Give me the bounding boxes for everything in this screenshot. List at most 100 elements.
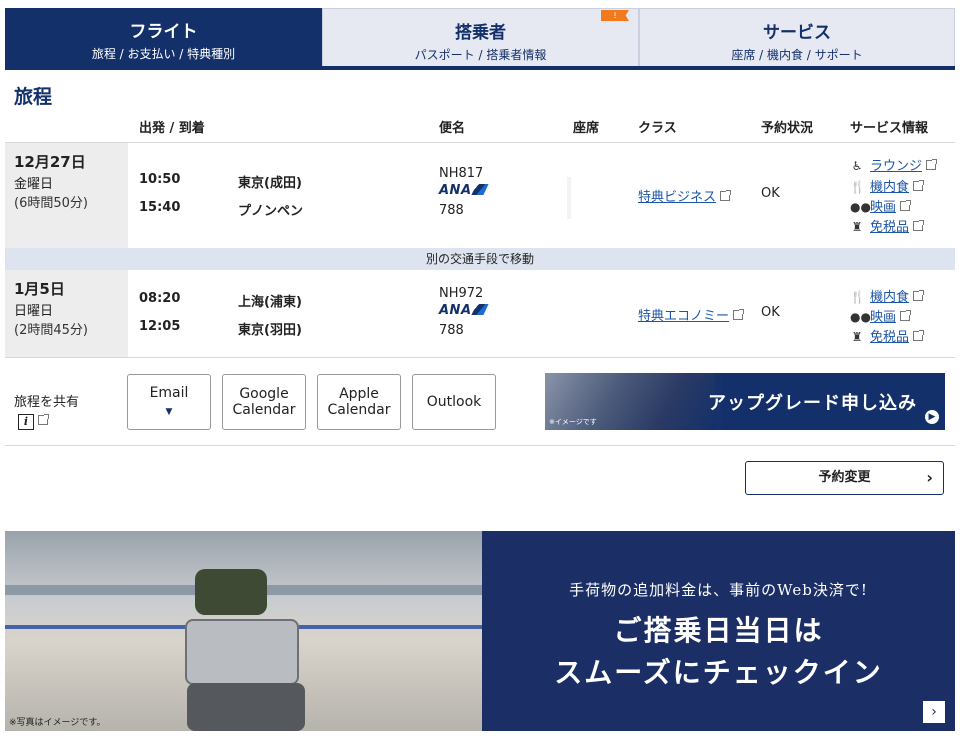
header-service: サービス情報 <box>850 121 929 136</box>
service-label: ラウンジ <box>870 159 923 174</box>
service-meal-link[interactable]: 🍴 機内食 <box>850 176 925 195</box>
google-calendar-button[interactable]: Google Calendar <box>222 374 306 430</box>
movie-icon: ●● <box>850 310 871 324</box>
external-link-icon <box>38 414 49 425</box>
flag-icon: ! <box>601 10 629 21</box>
movie-icon: ●● <box>850 200 871 214</box>
seat-placeholder <box>567 177 571 219</box>
service-label: 機内食 <box>870 180 910 195</box>
meal-icon: 🍴 <box>850 180 865 194</box>
tab-underline <box>5 66 955 70</box>
outlook-button[interactable]: Outlook <box>412 374 496 430</box>
service-label: 映画 <box>870 200 897 215</box>
share-label: 旅程を共有 <box>14 395 80 410</box>
header-class: クラス <box>638 121 677 136</box>
duty-free-icon: ♜ <box>851 330 863 344</box>
header-seat: 座席 <box>573 121 600 136</box>
chevron-right-icon: ▶ <box>925 410 939 424</box>
change-booking-label: 予約変更 <box>818 470 871 485</box>
service-meal-link[interactable]: 🍴 機内食 <box>850 286 925 305</box>
external-link-icon <box>900 310 912 321</box>
button-label: Outlook <box>426 394 482 410</box>
chevron-right-icon[interactable]: › <box>923 701 945 723</box>
upgrade-photo-note: ※イメージです <box>549 418 597 426</box>
tab-flight[interactable]: フライト 旅程 / お支払い / 特典種別 <box>5 8 322 66</box>
segment-date: 12月27日 <box>14 153 86 171</box>
promo-photo[interactable]: ※写真はイメージです。 <box>5 531 482 731</box>
tab-flight-title: フライト <box>129 22 198 42</box>
external-link-icon <box>913 180 925 191</box>
class-link[interactable]: 特典ビジネス <box>638 186 732 205</box>
service-duty-free-link[interactable]: ♜ 免税品 <box>850 326 925 345</box>
tab-passenger[interactable]: 搭乗者 パスポート / 搭乗者情報 <box>322 8 639 66</box>
service-duty-free-link[interactable]: ♜ 免税品 <box>850 216 925 235</box>
airline-name: ANA <box>439 303 472 318</box>
service-label: 免税品 <box>870 220 910 235</box>
service-label: 機内食 <box>870 290 910 305</box>
booking-status: OK <box>761 305 780 320</box>
tab-service-title: サービス <box>763 23 831 43</box>
promo-line-2: ご搭乗日当日は <box>613 614 824 647</box>
chevron-right-icon: › <box>926 468 933 487</box>
tab-service-sub: 座席 / 機内食 / サポート <box>731 48 863 62</box>
photo-suitcase-dark <box>187 683 305 731</box>
ana-logo: ANA <box>439 183 489 198</box>
arr-time: 12:05 <box>139 319 181 334</box>
duty-free-icon: ♜ <box>851 220 863 234</box>
external-link-icon <box>913 220 925 231</box>
class-label: 特典エコノミー <box>638 309 730 324</box>
external-link-icon <box>926 159 938 170</box>
button-label: Calendar <box>327 402 391 418</box>
external-link-icon <box>720 190 732 201</box>
photo-backpack <box>195 569 267 615</box>
ana-logo: ANA <box>439 303 489 318</box>
dep-time: 10:50 <box>139 172 181 187</box>
photo-suitcase <box>185 619 299 685</box>
external-link-icon <box>733 309 745 320</box>
upgrade-banner[interactable]: ※イメージです アップグレード申し込み ▶ <box>545 373 945 430</box>
class-label: 特典ビジネス <box>638 190 717 205</box>
external-link-icon <box>913 290 925 301</box>
arr-city: 東京(羽田) <box>238 323 302 338</box>
change-booking-button[interactable]: 予約変更 › <box>745 461 944 495</box>
tab-passenger-title: 搭乗者 <box>455 23 506 43</box>
share-info[interactable]: i <box>18 410 49 430</box>
segment-duration: (2時間45分) <box>14 323 88 338</box>
tab-flight-sub: 旅程 / お支払い / 特典種別 <box>91 47 236 61</box>
segment-1-date: 12月27日 金曜日 (6時間50分) <box>5 143 128 248</box>
service-movie-link[interactable]: ●●映画 <box>850 306 912 325</box>
header-dep-arr: 出発 / 到着 <box>139 121 205 136</box>
external-link-icon <box>900 200 912 211</box>
email-button[interactable]: Email ▼ <box>127 374 211 430</box>
button-label: Email <box>149 384 189 401</box>
flight-number: NH972 <box>439 286 484 301</box>
service-label: 免税品 <box>870 330 910 345</box>
chevron-down-icon: ▼ <box>165 406 173 417</box>
booking-status: OK <box>761 186 780 201</box>
promo-banner[interactable]: 手荷物の追加料金は、事前のWeb決済で! ご搭乗日当日は スムーズにチェックイン… <box>482 531 955 731</box>
airline-name: ANA <box>439 183 472 198</box>
service-lounge-link[interactable]: ♿ ラウンジ <box>850 155 938 174</box>
aircraft-type: 788 <box>439 323 464 338</box>
external-link-icon <box>913 330 925 341</box>
photo-note: ※写真はイメージです。 <box>9 718 106 728</box>
section-title: 旅程 <box>14 86 53 108</box>
dep-time: 08:20 <box>139 291 181 306</box>
button-label: Apple <box>339 386 379 402</box>
apple-calendar-button[interactable]: Apple Calendar <box>317 374 401 430</box>
service-movie-link[interactable]: ●●映画 <box>850 196 912 215</box>
promo-line-3: スムーズにチェックイン <box>554 656 883 689</box>
button-label: Google <box>239 386 289 402</box>
class-link[interactable]: 特典エコノミー <box>638 305 745 324</box>
tab-service[interactable]: サービス 座席 / 機内食 / サポート <box>639 8 955 66</box>
meal-icon: 🍴 <box>850 290 865 304</box>
segment-weekday: 日曜日 <box>14 304 54 319</box>
upgrade-banner-text: アップグレード申し込み <box>708 393 917 414</box>
segment-date: 1月5日 <box>14 280 65 298</box>
lounge-icon: ♿ <box>851 159 863 173</box>
transfer-note: 別の交通手段で移動 <box>5 248 955 270</box>
info-icon: i <box>18 414 34 430</box>
segment-duration: (6時間50分) <box>14 196 88 211</box>
dep-city: 上海(浦東) <box>238 295 302 310</box>
divider <box>5 445 955 446</box>
